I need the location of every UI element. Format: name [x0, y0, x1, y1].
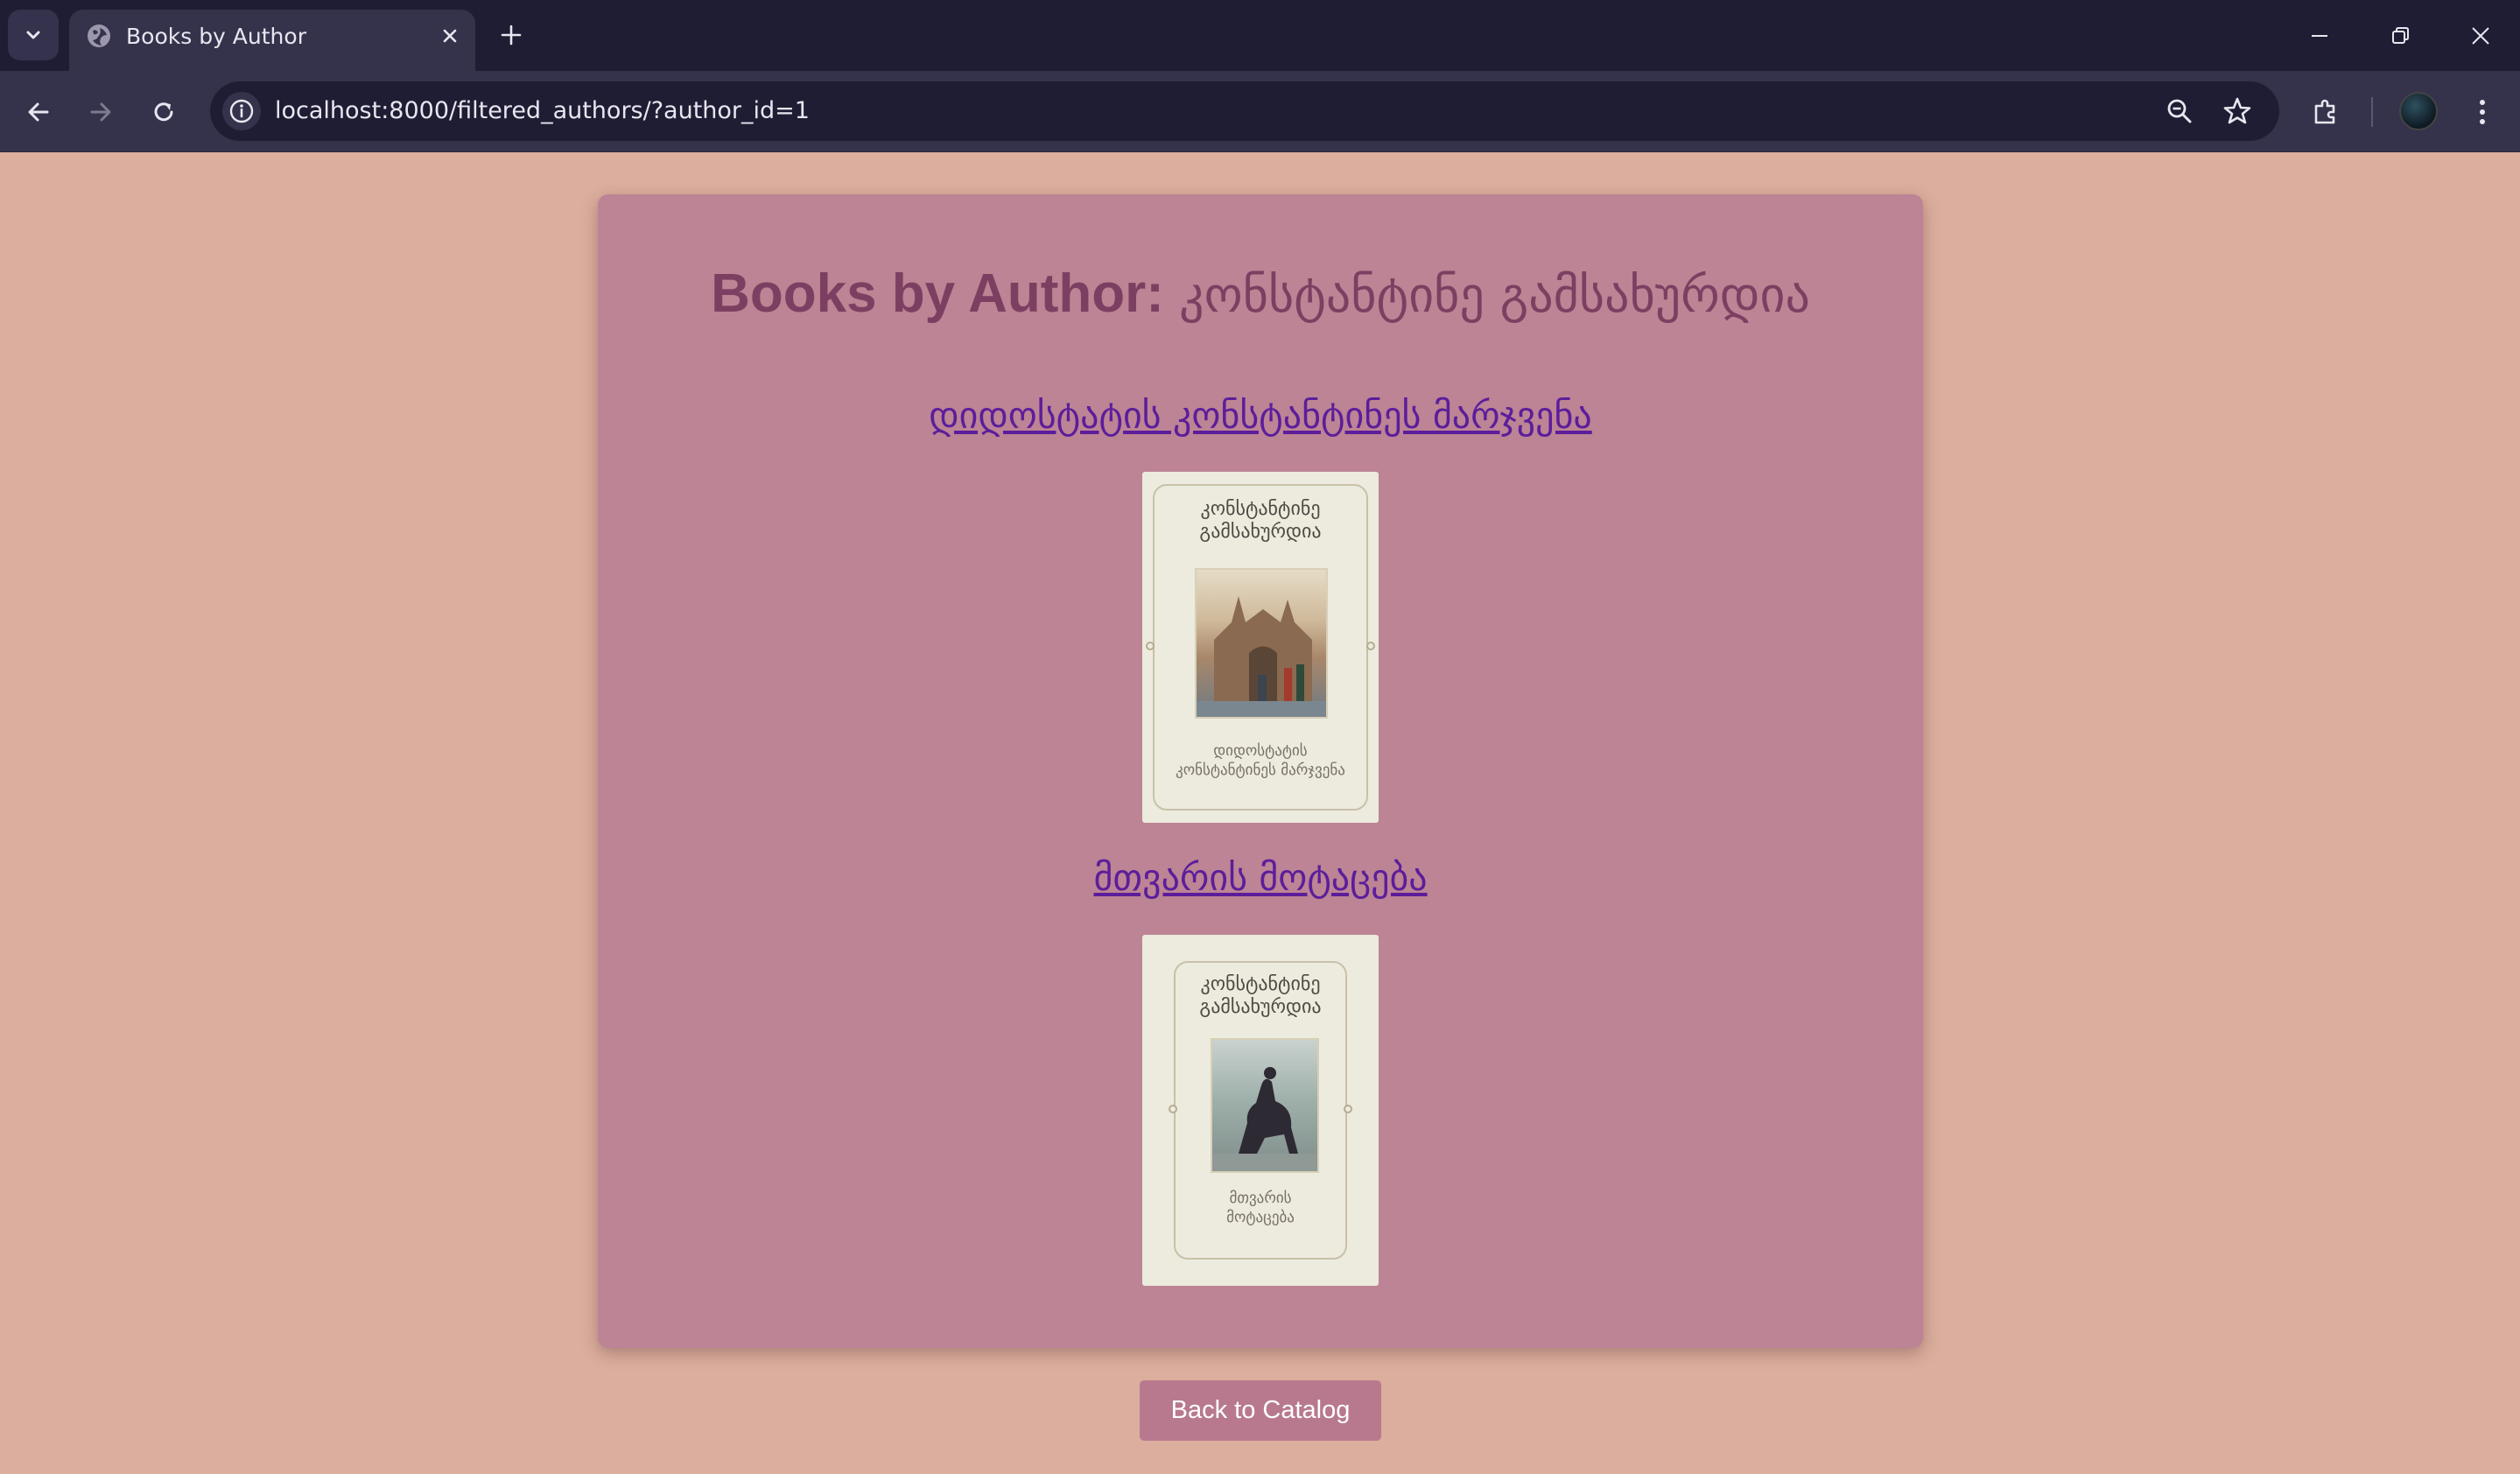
puzzle-icon: [2314, 99, 2335, 124]
close-icon: [443, 29, 457, 43]
book-cover-image[interactable]: კონსტანტინე გამსახურდია დიდოსტატის კონსტ…: [1142, 472, 1379, 823]
profile-avatar[interactable]: [2399, 92, 2438, 130]
restore-button[interactable]: [2360, 0, 2440, 71]
minimize-icon: [2312, 34, 2327, 37]
book-cover-image[interactable]: კონსტანტინე გამსახურდია მთვარის მოტაცება: [1142, 935, 1379, 1286]
tab-close-button[interactable]: [432, 18, 467, 53]
cover-ornament: [1169, 1105, 1177, 1113]
reload-button[interactable]: [143, 91, 185, 133]
back-to-catalog-button[interactable]: Back to Catalog: [1140, 1380, 1381, 1441]
back-nav-button[interactable]: [18, 91, 60, 133]
heading-prefix: Books by Author:: [711, 263, 1164, 324]
horse-rider-illustration: [1212, 1067, 1317, 1171]
plus-icon: [501, 25, 522, 46]
cover-painting: [1195, 568, 1328, 719]
info-icon: [229, 99, 254, 123]
chevron-down-icon: [26, 31, 40, 39]
browser-toolbar: localhost:8000/filtered_authors/?author_…: [0, 71, 2520, 152]
cover-title-line-2: კონსტანტინეს მარჯვენა: [1176, 762, 1345, 779]
tab-list-button[interactable]: [8, 10, 59, 60]
cover-author-line-1: კონსტანტინე: [1200, 498, 1321, 520]
extensions-button[interactable]: [2305, 91, 2347, 133]
book-item: დიდოსტატის კონსტანტინეს მარჯვენა: [598, 394, 1923, 437]
bookmark-button[interactable]: [2216, 90, 2258, 132]
cover-title-line-1: დიდოსტატის: [1213, 742, 1308, 760]
toolbar-separator: [2371, 97, 2373, 127]
book-item: მთვარის მოტაცება: [598, 856, 1923, 899]
browser-tab-active[interactable]: Books by Author: [69, 10, 475, 71]
cover-author-line-2: გამსახურდია: [1199, 996, 1322, 1018]
cover-ornament: [1146, 642, 1155, 650]
site-info-button[interactable]: [222, 92, 261, 130]
cover-author-line-1: კონსტანტინე: [1200, 973, 1321, 995]
arrow-right-icon: [90, 102, 111, 122]
cover-title-line-1: მთვარის: [1229, 1190, 1292, 1207]
url-text: localhost:8000/filtered_authors/?author_…: [275, 97, 810, 124]
author-name: კონსტანტინე გამსახურდია: [1179, 267, 1810, 324]
zoom-out-icon: [2167, 99, 2192, 123]
page-title: Books by Author: კონსტანტინე გამსახურდია: [598, 263, 1923, 325]
cover-author-line-2: გამსახურდია: [1199, 521, 1322, 543]
book-title-link[interactable]: დიდოსტატის კონსტანტინეს მარჯვენა: [929, 394, 1592, 437]
reload-icon: [154, 102, 173, 122]
address-bar[interactable]: localhost:8000/filtered_authors/?author_…: [210, 81, 2279, 141]
book-title-link[interactable]: მთვარის მოტაცება: [1093, 856, 1427, 899]
minimize-button[interactable]: [2279, 0, 2360, 71]
cover-title-line-2: მოტაცება: [1226, 1209, 1295, 1226]
close-icon: [2472, 26, 2489, 45]
browser-tabstrip: Books by Author: [0, 0, 2520, 71]
globe-icon: [88, 25, 110, 47]
star-icon: [2223, 97, 2251, 124]
cathedral-illustration: [1197, 596, 1326, 717]
arrow-left-icon: [28, 102, 49, 122]
books-card: Books by Author: კონსტანტინე გამსახურდია…: [598, 194, 1923, 1348]
cover-ornament: [1366, 642, 1375, 650]
restore-icon: [2392, 26, 2409, 44]
new-tab-button[interactable]: [491, 15, 531, 55]
tab-title: Books by Author: [126, 24, 306, 49]
forward-nav-button[interactable]: [80, 91, 122, 133]
close-window-button[interactable]: [2440, 0, 2520, 71]
cover-ornament: [1344, 1105, 1352, 1113]
cover-painting: [1211, 1038, 1319, 1173]
zoom-button[interactable]: [2158, 90, 2201, 132]
browser-menu-button[interactable]: [2461, 91, 2503, 133]
kebab-menu-icon: [2480, 100, 2485, 124]
